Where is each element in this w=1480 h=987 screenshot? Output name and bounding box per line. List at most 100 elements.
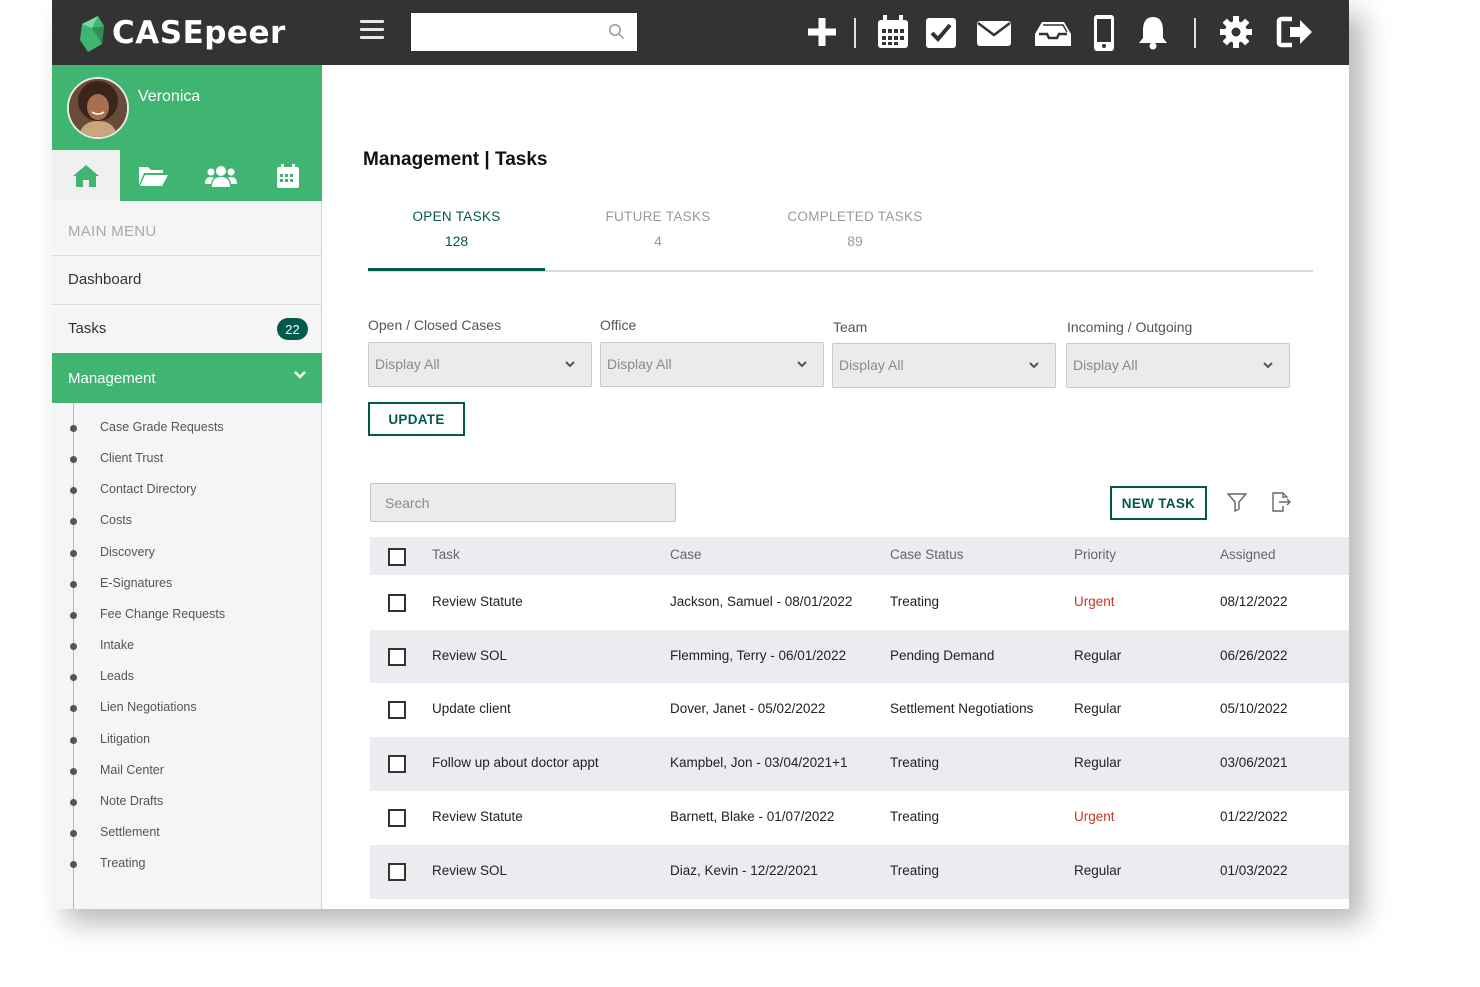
column-header-priority[interactable]: Priority xyxy=(1074,547,1116,562)
tab-label: FUTURE TASKS xyxy=(605,209,711,224)
search-icon[interactable] xyxy=(608,23,625,40)
submenu-item-label: Case Grade Requests xyxy=(100,420,224,434)
cell-priority: Regular xyxy=(1074,863,1122,878)
row-checkbox[interactable] xyxy=(388,594,406,612)
row-checkbox[interactable] xyxy=(388,755,406,773)
tab-completed-tasks[interactable]: COMPLETED TASKS 89 xyxy=(765,209,945,269)
cell-priority: Regular xyxy=(1074,648,1122,663)
submenu-item[interactable]: Litigation xyxy=(52,730,312,750)
submenu-item[interactable]: Settlement xyxy=(52,823,312,843)
quick-tab-cases[interactable] xyxy=(120,150,188,201)
submenu-item[interactable]: Treating xyxy=(52,854,312,874)
submenu-item[interactable]: Note Drafts xyxy=(52,792,312,812)
submenu-item[interactable]: Client Trust xyxy=(52,449,312,469)
table-row[interactable]: Update client Dover, Janet - 05/02/2022 Se… xyxy=(370,683,1349,737)
submenu-item[interactable]: Discovery xyxy=(52,543,312,563)
avatar[interactable] xyxy=(67,77,129,139)
cell-case[interactable]: Dover, Janet - 05/02/2022 xyxy=(670,701,825,716)
table-row[interactable]: Review SOL Diaz, Kevin - 12/22/2021 Treati… xyxy=(370,845,1349,899)
select-all-checkbox[interactable] xyxy=(388,548,406,566)
open-closed-cases-select[interactable]: Display All xyxy=(368,342,592,387)
submenu-item[interactable]: Costs xyxy=(52,511,312,531)
bullet-dot xyxy=(70,829,77,837)
global-search-input[interactable] xyxy=(411,13,637,51)
submenu-item-label: Contact Directory xyxy=(100,482,197,497)
cell-task[interactable]: Update client xyxy=(432,701,511,716)
incoming-outgoing-select[interactable]: Display All xyxy=(1066,343,1290,388)
sidebar-item-label: Tasks xyxy=(68,320,107,337)
tab-future-tasks[interactable]: FUTURE TASKS 4 xyxy=(568,209,748,269)
submenu-item[interactable]: Case Grade Requests xyxy=(52,418,312,438)
quick-tab-home[interactable] xyxy=(52,150,120,201)
submenu-item[interactable]: Intake xyxy=(52,636,312,656)
row-checkbox[interactable] xyxy=(388,701,406,719)
cell-task[interactable]: Review Statute xyxy=(432,809,523,824)
table-row[interactable]: Review SOL Flemming, Terry - 06/01/2022 Pe… xyxy=(370,630,1349,683)
update-button[interactable]: UPDATE xyxy=(368,402,465,436)
office-select[interactable]: Display All xyxy=(600,342,824,387)
submenu-item[interactable]: E-Signatures xyxy=(52,574,312,594)
tab-open-tasks[interactable]: OPEN TASKS 128 xyxy=(368,209,545,271)
cell-case[interactable]: Kampbel, Jon - 03/04/2021+1 xyxy=(670,755,848,770)
cell-assigned: 03/06/2021 xyxy=(1220,755,1288,770)
hamburger-menu-icon[interactable] xyxy=(360,20,384,44)
bullet-dot xyxy=(70,798,77,806)
cell-case-status: Settlement Negotiations xyxy=(890,701,1034,716)
inbox-icon[interactable] xyxy=(1034,14,1072,50)
home-icon xyxy=(72,164,99,187)
column-header-assigned[interactable]: Assigned xyxy=(1220,547,1276,562)
check-square-icon[interactable] xyxy=(925,14,957,50)
bullet-dot xyxy=(70,580,77,588)
column-header-case-status[interactable]: Case Status xyxy=(890,547,964,562)
cell-task[interactable]: Review Statute xyxy=(432,594,523,609)
envelope-icon[interactable] xyxy=(976,14,1012,50)
cell-task[interactable]: Review SOL xyxy=(432,648,507,663)
plus-icon[interactable] xyxy=(804,14,840,50)
gear-icon[interactable] xyxy=(1218,14,1254,50)
filter-icon[interactable] xyxy=(1227,492,1247,512)
cell-case[interactable]: Diaz, Kevin - 12/22/2021 xyxy=(670,863,818,878)
main-menu-heading: MAIN MENU xyxy=(68,223,157,240)
quick-tab-contacts[interactable] xyxy=(187,150,255,201)
cell-case[interactable]: Barnett, Blake - 01/07/2022 xyxy=(670,809,834,824)
column-header-task[interactable]: Task xyxy=(432,547,460,562)
column-header-case[interactable]: Case xyxy=(670,547,702,562)
sign-out-icon[interactable] xyxy=(1276,14,1316,50)
logo-icon xyxy=(80,16,104,52)
submenu-item[interactable]: Lien Negotiations xyxy=(52,698,312,718)
cell-task[interactable]: Review SOL xyxy=(432,863,507,878)
cell-case-status: Treating xyxy=(890,809,940,824)
submenu-item[interactable]: Contact Directory xyxy=(52,480,312,500)
submenu-item[interactable]: Fee Change Requests xyxy=(52,605,312,625)
toolbar-divider xyxy=(854,18,856,48)
logo[interactable]: CASEpeer xyxy=(78,14,286,52)
bullet-dot xyxy=(70,518,77,526)
calendar-icon[interactable] xyxy=(876,14,910,50)
row-checkbox[interactable] xyxy=(388,863,406,881)
new-task-button[interactable]: NEW TASK xyxy=(1110,486,1207,520)
submenu-item[interactable]: Mail Center xyxy=(52,761,312,781)
bullet-dot xyxy=(70,861,77,869)
submenu-item-label: Mail Center xyxy=(100,762,164,777)
table-row[interactable]: Follow up about doctor appt Kampbel, Jon … xyxy=(370,737,1349,791)
sidebar-item-management[interactable]: Management xyxy=(52,353,322,403)
bullet-dot xyxy=(70,767,77,775)
sidebar-item-dashboard[interactable]: Dashboard xyxy=(52,255,322,303)
row-checkbox[interactable] xyxy=(388,809,406,827)
task-search-input[interactable] xyxy=(370,483,676,522)
row-checkbox[interactable] xyxy=(388,648,406,666)
team-select[interactable]: Display All xyxy=(832,343,1056,388)
table-row[interactable]: Review Statute Barnett, Blake - 01/07/202… xyxy=(370,791,1349,845)
cell-priority: Regular xyxy=(1074,701,1122,716)
cell-case[interactable]: Jackson, Samuel - 08/01/2022 xyxy=(670,594,852,609)
table-row[interactable]: Review Statute Jackson, Samuel - 08/01/20… xyxy=(370,575,1349,630)
quick-tab-calendar[interactable] xyxy=(255,150,323,201)
bullet-dot xyxy=(70,456,77,464)
sidebar-item-tasks[interactable]: Tasks 22 xyxy=(52,304,322,352)
cell-task[interactable]: Follow up about doctor appt xyxy=(432,755,599,770)
cell-case[interactable]: Flemming, Terry - 06/01/2022 xyxy=(670,648,846,663)
export-icon[interactable] xyxy=(1270,491,1294,513)
bell-icon[interactable] xyxy=(1136,14,1170,50)
submenu-item[interactable]: Leads xyxy=(52,667,312,687)
mobile-icon[interactable] xyxy=(1092,14,1116,52)
